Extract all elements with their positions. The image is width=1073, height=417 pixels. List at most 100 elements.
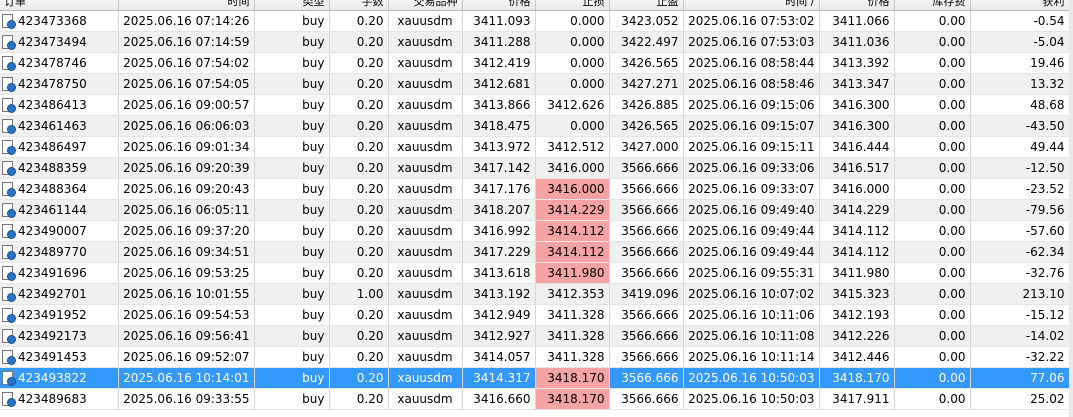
close-price-cell: 3412.226	[819, 325, 895, 347]
stop-loss-cell: 3418.170	[535, 367, 610, 389]
document-icon	[2, 371, 16, 386]
table-row[interactable]: 423489770 2025.06.16 09:34:51 buy 0.20 xauus…	[0, 241, 1070, 263]
table-row[interactable]: 423490007 2025.06.16 09:37:20 buy 0.20 xauus…	[0, 220, 1070, 242]
order-number: 423488359	[18, 161, 87, 175]
profit-cell: 213.10	[970, 283, 1070, 305]
swap-cell: 0.00	[894, 10, 971, 32]
open-time-cell: 2025.06.16 07:54:02	[118, 52, 255, 74]
volume-cell: 0.20	[329, 10, 389, 32]
document-icon	[2, 56, 16, 71]
table-row[interactable]: 423488364 2025.06.16 09:20:43 buy 0.20 xauus…	[0, 178, 1070, 200]
swap-cell: 0.00	[894, 73, 971, 95]
column-header-take-profit[interactable]: 止盈	[609, 0, 684, 11]
type-cell: buy	[254, 178, 330, 200]
table-row[interactable]: 423488359 2025.06.16 09:20:39 buy 0.20 xauus…	[0, 157, 1070, 179]
column-header-stop-loss[interactable]: 止损	[535, 0, 610, 11]
document-icon	[2, 140, 16, 155]
column-header-symbol[interactable]: 交易品种	[388, 0, 463, 11]
document-icon	[2, 245, 16, 260]
document-icon	[2, 308, 16, 323]
profit-cell: 13.32	[970, 73, 1070, 95]
open-price-cell: 3413.972	[462, 136, 536, 158]
open-time-cell: 2025.06.16 09:56:41	[118, 325, 255, 347]
table-row[interactable]: 423486413 2025.06.16 09:00:57 buy 0.20 xauus…	[0, 94, 1070, 116]
open-time-cell: 2025.06.16 07:14:59	[118, 31, 255, 53]
volume-cell: 0.20	[329, 178, 389, 200]
close-price-cell: 3416.444	[819, 136, 895, 158]
type-cell: buy	[254, 283, 330, 305]
symbol-cell: xauusdm	[388, 241, 463, 263]
table-row[interactable]: 423473494 2025.06.16 07:14:59 buy 0.20 xauus…	[0, 31, 1070, 53]
table-row[interactable]: 423492173 2025.06.16 09:56:41 buy 0.20 xauus…	[0, 325, 1070, 347]
swap-cell: 0.00	[894, 283, 971, 305]
volume-cell: 0.20	[329, 325, 389, 347]
volume-cell: 0.20	[329, 262, 389, 284]
profit-cell: -32.22	[970, 346, 1070, 368]
open-price-cell: 3417.176	[462, 178, 536, 200]
stop-loss-cell: 0.000	[535, 10, 610, 32]
order-number: 423473494	[18, 35, 87, 49]
order-number: 423461144	[18, 203, 87, 217]
order-cell: 423478746	[0, 52, 119, 74]
close-price-cell: 3416.000	[819, 178, 895, 200]
stop-loss-cell: 0.000	[535, 31, 610, 53]
open-time-cell: 2025.06.16 09:34:51	[118, 241, 255, 263]
close-price-cell: 3416.300	[819, 115, 895, 137]
order-cell: 423492173	[0, 325, 119, 347]
close-price-cell: 3414.112	[819, 241, 895, 263]
swap-cell: 0.00	[894, 325, 971, 347]
stop-loss-cell: 3414.229	[535, 199, 610, 221]
column-header-volume[interactable]: 手数	[329, 0, 389, 11]
column-header-swap[interactable]: 库存费	[894, 0, 971, 11]
symbol-cell: xauusdm	[388, 304, 463, 326]
table-row[interactable]: 423489683 2025.06.16 09:33:55 buy 0.20 xauus…	[0, 388, 1070, 410]
take-profit-cell: 3566.666	[609, 346, 684, 368]
vertical-scrollbar[interactable]	[1069, 0, 1073, 417]
table-row[interactable]: 423492701 2025.06.16 10:01:55 buy 1.00 xauus…	[0, 283, 1070, 305]
order-cell: 423489770	[0, 241, 119, 263]
open-price-cell: 3418.207	[462, 199, 536, 221]
column-header-profit[interactable]: 获利	[970, 0, 1070, 11]
profit-cell: -0.54	[970, 10, 1070, 32]
column-header-close-price[interactable]: 价格	[819, 0, 895, 11]
close-time-cell: 2025.06.16 09:49:44	[683, 220, 820, 242]
table-row[interactable]: 423486497 2025.06.16 09:01:34 buy 0.20 xauus…	[0, 136, 1070, 158]
table-row[interactable]: 423461463 2025.06.16 06:06:03 buy 0.20 xauus…	[0, 115, 1070, 137]
table-row[interactable]: 423478746 2025.06.16 07:54:02 buy 0.20 xauus…	[0, 52, 1070, 74]
close-time-cell: 2025.06.16 09:15:06	[683, 94, 820, 116]
order-number: 423488364	[18, 182, 87, 196]
order-number: 423491696	[18, 266, 87, 280]
symbol-cell: xauusdm	[388, 73, 463, 95]
column-header-open-time[interactable]: 时间	[118, 0, 255, 11]
column-header-type[interactable]: 类型	[254, 0, 330, 11]
open-price-cell: 3414.057	[462, 346, 536, 368]
column-header-close-time[interactable]: 时间 /	[683, 0, 820, 11]
table-row[interactable]: 423491453 2025.06.16 09:52:07 buy 0.20 xauus…	[0, 346, 1070, 368]
table-row[interactable]: 423478750 2025.06.16 07:54:05 buy 0.20 xauus…	[0, 73, 1070, 95]
open-price-cell: 3414.317	[462, 367, 536, 389]
table-row[interactable]: 423473368 2025.06.16 07:14:26 buy 0.20 xauus…	[0, 10, 1070, 32]
symbol-cell: xauusdm	[388, 262, 463, 284]
table-row[interactable]: 423491696 2025.06.16 09:53:25 buy 0.20 xauus…	[0, 262, 1070, 284]
profit-cell: 77.06	[970, 367, 1070, 389]
open-price-cell: 3413.866	[462, 94, 536, 116]
stop-loss-cell: 3411.328	[535, 325, 610, 347]
volume-cell: 0.20	[329, 220, 389, 242]
volume-cell: 0.20	[329, 304, 389, 326]
volume-cell: 0.20	[329, 31, 389, 53]
column-header-order[interactable]: 订单	[0, 0, 119, 11]
stop-loss-cell: 3412.353	[535, 283, 610, 305]
stop-loss-cell: 3411.980	[535, 262, 610, 284]
stop-loss-cell: 0.000	[535, 73, 610, 95]
column-header-open-price[interactable]: 价格	[462, 0, 536, 11]
symbol-cell: xauusdm	[388, 325, 463, 347]
table-row[interactable]: 423491952 2025.06.16 09:54:53 buy 0.20 xauus…	[0, 304, 1070, 326]
symbol-cell: xauusdm	[388, 52, 463, 74]
swap-cell: 0.00	[894, 241, 971, 263]
close-price-cell: 3414.112	[819, 220, 895, 242]
swap-cell: 0.00	[894, 31, 971, 53]
close-time-cell: 2025.06.16 09:15:07	[683, 115, 820, 137]
table-row[interactable]: 423493822 2025.06.16 10:14:01 buy 0.20 xauus…	[0, 367, 1070, 389]
take-profit-cell: 3566.666	[609, 157, 684, 179]
table-row[interactable]: 423461144 2025.06.16 06:05:11 buy 0.20 xauus…	[0, 199, 1070, 221]
